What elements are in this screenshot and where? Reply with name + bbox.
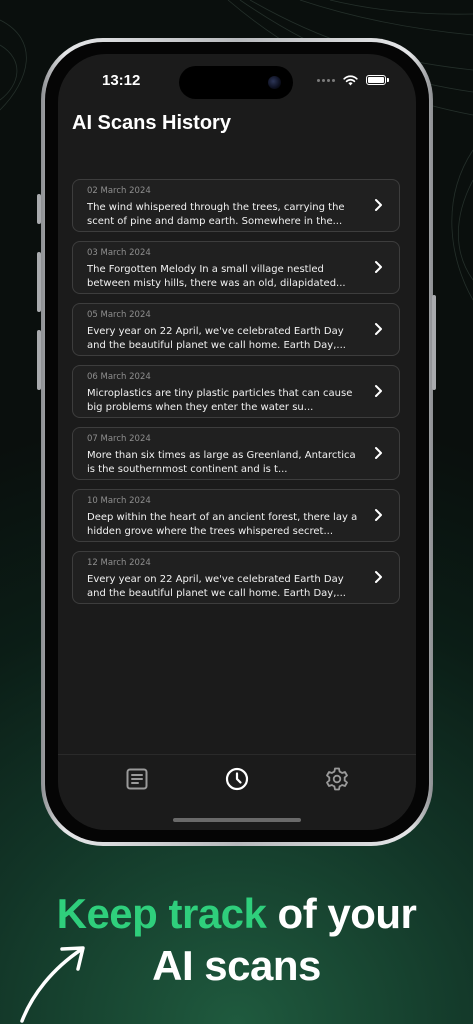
scan-date: 07 March 2024 — [87, 434, 151, 444]
status-time: 13:12 — [102, 72, 141, 89]
scan-preview: Every year on 22 April, we've celebrated… — [87, 574, 346, 599]
scan-history-item[interactable]: 07 March 2024 More than six times as lar… — [72, 427, 400, 480]
scan-history-item[interactable]: 05 March 2024 Every year on 22 April, we… — [72, 303, 400, 356]
dynamic-island — [179, 66, 293, 99]
scan-history-item[interactable]: 03 March 2024 The Forgotten Melody In a … — [72, 241, 400, 294]
scan-date: 12 March 2024 — [87, 558, 151, 568]
chevron-right-icon — [375, 571, 382, 583]
scan-date: 10 March 2024 — [87, 496, 151, 506]
chevron-right-icon — [375, 385, 382, 397]
scan-preview: More than six times as large as Greenlan… — [87, 450, 356, 475]
app-screen: 13:12 AI Scans History 02 March 2024 The… — [58, 54, 416, 830]
document-icon[interactable] — [124, 766, 150, 792]
promo-text-line2: AI scans — [152, 942, 321, 989]
scan-date: 03 March 2024 — [87, 248, 151, 258]
scan-history-list: 02 March 2024 The wind whispered through… — [72, 179, 400, 613]
promo-text-line1: of your — [266, 890, 417, 937]
camera-icon — [268, 76, 281, 89]
chevron-right-icon — [375, 261, 382, 273]
scan-date: 02 March 2024 — [87, 186, 151, 196]
signal-dots-icon — [317, 78, 335, 82]
battery-icon — [366, 75, 389, 85]
power-button — [432, 295, 436, 390]
scan-date: 06 March 2024 — [87, 372, 151, 382]
volume-down-button — [37, 330, 41, 390]
scan-preview: Every year on 22 April, we've celebrated… — [87, 326, 346, 351]
scan-preview: Deep within the heart of an ancient fore… — [87, 512, 358, 537]
clock-icon[interactable] — [224, 766, 250, 792]
scan-date: 05 March 2024 — [87, 310, 151, 320]
scan-preview: The wind whispered through the trees, ca… — [87, 202, 345, 227]
arrow-icon — [20, 946, 85, 1023]
chevron-right-icon — [375, 323, 382, 335]
chevron-right-icon — [375, 509, 382, 521]
status-icons — [317, 73, 389, 87]
scan-history-item[interactable]: 12 March 2024 Every year on 22 April, we… — [72, 551, 400, 604]
action-button — [37, 194, 41, 224]
scan-preview: Microplastics are tiny plastic particles… — [87, 388, 353, 413]
promo-accent-text: Keep track — [56, 890, 267, 937]
scan-history-item[interactable]: 02 March 2024 The wind whispered through… — [72, 179, 400, 232]
chevron-right-icon — [375, 199, 382, 211]
page-title: AI Scans History — [72, 112, 231, 134]
home-indicator — [173, 818, 301, 822]
volume-up-button — [37, 252, 41, 312]
status-bar: 13:12 — [58, 54, 416, 110]
scan-history-item[interactable]: 06 March 2024 Microplastics are tiny pla… — [72, 365, 400, 418]
wifi-icon — [343, 74, 358, 85]
chevron-right-icon — [375, 447, 382, 459]
gear-icon[interactable] — [324, 766, 350, 792]
scan-history-item[interactable]: 10 March 2024 Deep within the heart of a… — [72, 489, 400, 542]
scan-preview: The Forgotten Melody In a small village … — [87, 264, 346, 289]
